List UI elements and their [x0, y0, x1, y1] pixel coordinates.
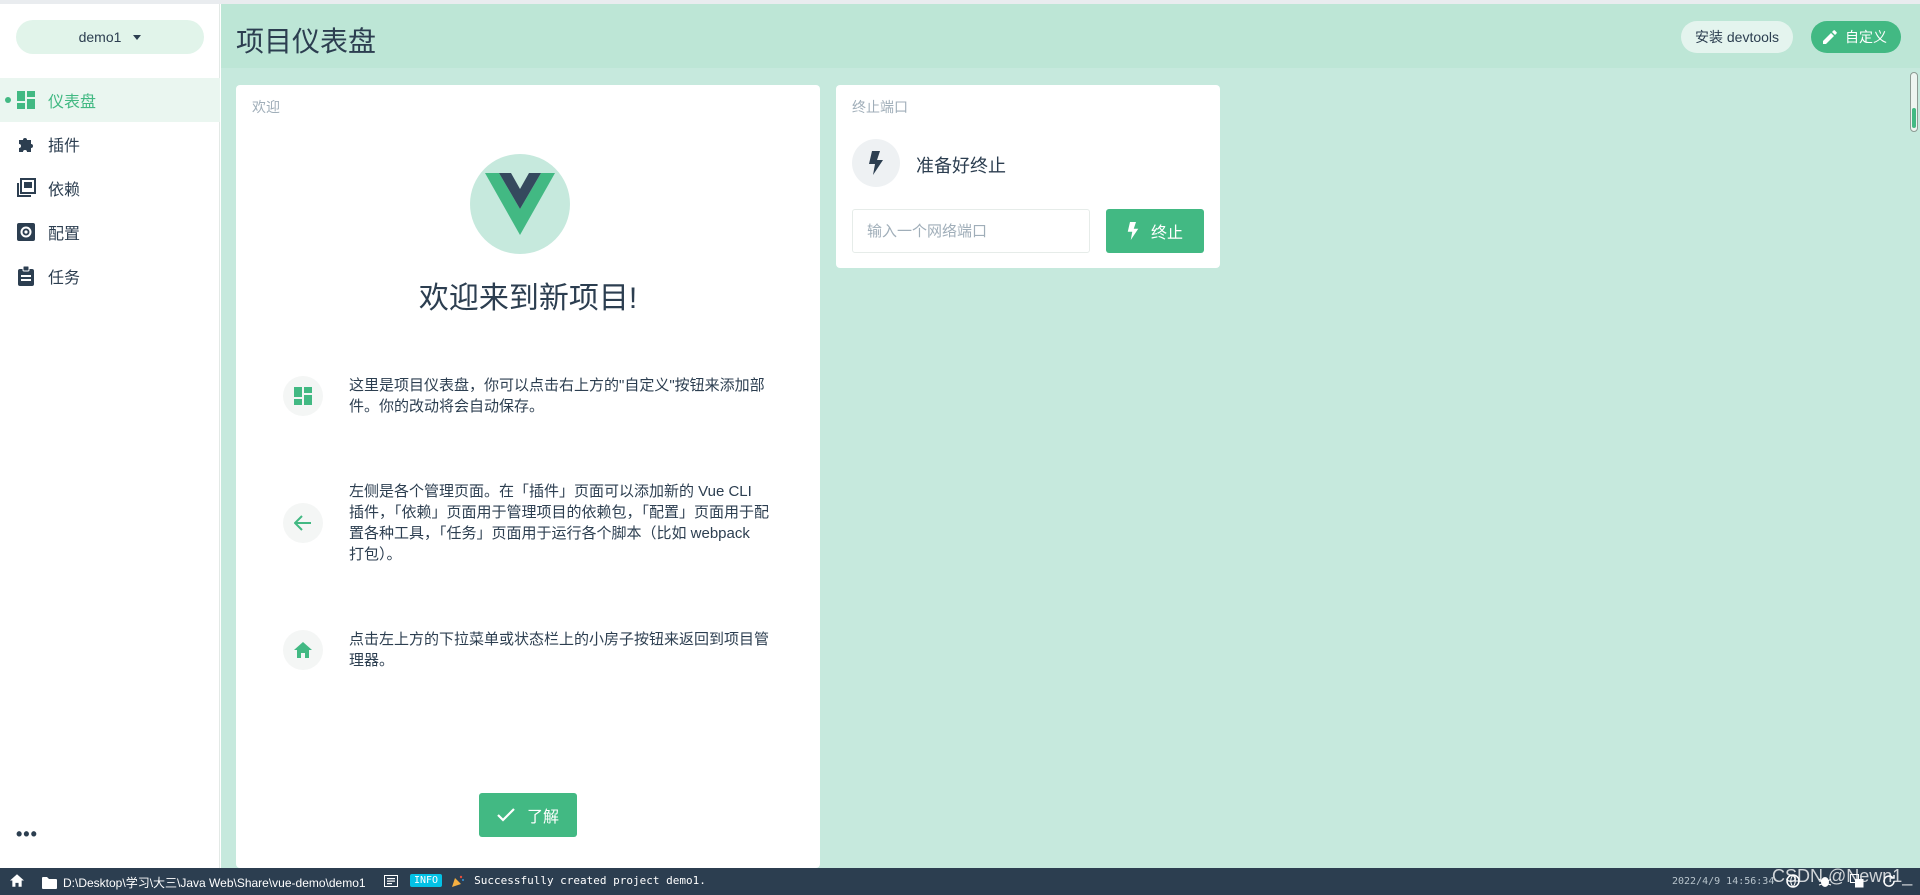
party-icon [452, 875, 465, 887]
sidebar-item-configuration[interactable]: 配置 [0, 210, 220, 254]
tip-item: 左侧是各个管理页面。在「插件」页面可以添加新的 Vue CLI 插件，「依赖」页… [283, 481, 783, 565]
library-icon [16, 178, 36, 198]
kill-label: 终止 [1150, 225, 1183, 242]
log-console-toggle[interactable]: INFO Successfully created project demo1. [384, 874, 706, 887]
page-title: 项目仪表盘 [236, 26, 377, 57]
clipboard-icon [16, 266, 36, 286]
tip-text: 左侧是各个管理页面。在「插件」页面可以添加新的 Vue CLI 插件，「依赖」页… [349, 483, 770, 563]
page-header: 项目仪表盘 安装 devtools 自定义 [221, 4, 1920, 68]
gear-icon [16, 222, 36, 242]
customize-label: 自定义 [1845, 29, 1887, 45]
project-path-text: D:\Desktop\学习\大三\Java Web\Share\vue-demo… [63, 876, 366, 890]
log-level-badge: INFO [410, 874, 443, 887]
sidebar-item-label: 仪表盘 [48, 94, 97, 111]
sidebar: demo1 仪表盘 插件 依赖 配置 任务 ••• [0, 4, 220, 868]
vertical-scrollbar[interactable] [1909, 68, 1919, 868]
more-options-button[interactable]: ••• [16, 824, 38, 845]
tip-text: 点击左上方的下拉菜单或状态栏上的小房子按钮来返回到项目管理器。 [349, 631, 770, 669]
check-icon [497, 808, 515, 822]
widget-title: 终止端口 [852, 99, 908, 115]
tip-item: 这里是项目仪表盘，你可以点击右上方的"自定义"按钮来添加部件。你的改动将会自动保… [283, 375, 783, 417]
sidebar-nav: 仪表盘 插件 依赖 配置 任务 [0, 78, 220, 298]
sidebar-item-dashboard[interactable]: 仪表盘 [0, 78, 220, 122]
kill-status-text: 准备好终止 [916, 156, 1006, 176]
project-path[interactable]: D:\Desktop\学习\大三\Java Web\Share\vue-demo… [42, 874, 366, 891]
watermark-text: CSDN @Newn1_ [1772, 866, 1913, 886]
kill-button[interactable]: 终止 [1106, 209, 1204, 253]
caret-down-icon [133, 34, 142, 40]
folder-icon [42, 876, 57, 889]
install-devtools-button[interactable]: 安装 devtools [1681, 21, 1794, 53]
acknowledge-label: 了解 [526, 809, 559, 826]
tip-item: 点击左上方的下拉菜单或状态栏上的小房子按钮来返回到项目管理器。 [283, 629, 783, 671]
customize-button[interactable]: 自定义 [1811, 21, 1901, 53]
welcome-widget: 欢迎 欢迎来到新项目! 这里是项目仪表盘，你可以点击右上方的"自定义"按钮来添加… [236, 85, 820, 868]
dashboard-icon [16, 90, 36, 110]
lightning-icon [852, 139, 900, 187]
widget-title: 欢迎 [252, 99, 280, 115]
lightning-icon [1127, 222, 1139, 240]
sidebar-item-label: 任务 [48, 270, 81, 287]
kill-port-widget: 终止端口 准备好终止 终止 [836, 85, 1220, 268]
project-name: demo1 [78, 29, 122, 45]
sidebar-item-label: 配置 [48, 226, 81, 243]
dashboard-icon [283, 376, 323, 416]
acknowledge-button[interactable]: 了解 [479, 793, 577, 837]
main-content: 项目仪表盘 安装 devtools 自定义 欢迎 欢迎来到新项目! 这里是项目仪… [221, 4, 1920, 868]
home-icon [283, 630, 323, 670]
arrow-left-icon [283, 503, 323, 543]
welcome-heading: 欢迎来到新项目! [418, 282, 638, 315]
sidebar-item-label: 插件 [48, 138, 81, 155]
vue-logo [470, 154, 570, 254]
sidebar-item-plugins[interactable]: 插件 [0, 122, 220, 166]
tip-text: 这里是项目仪表盘，你可以点击右上方的"自定义"按钮来添加部件。你的改动将会自动保… [349, 377, 765, 415]
sidebar-item-label: 依赖 [48, 182, 81, 199]
log-message: Successfully created project demo1. [474, 874, 706, 887]
sidebar-item-dependencies[interactable]: 依赖 [0, 166, 220, 210]
status-bar: D:\Desktop\学习\大三\Java Web\Share\vue-demo… [0, 868, 1920, 895]
puzzle-icon [16, 134, 36, 154]
pencil-icon [1823, 30, 1837, 44]
log-timestamp: 2022/4/9 14:56:34 [1672, 876, 1775, 887]
console-icon [384, 874, 398, 887]
project-selector[interactable]: demo1 [16, 20, 204, 54]
home-icon[interactable] [10, 874, 24, 890]
sidebar-item-tasks[interactable]: 任务 [0, 254, 220, 298]
scroll-indicator [1912, 108, 1916, 128]
port-input[interactable] [852, 209, 1090, 253]
